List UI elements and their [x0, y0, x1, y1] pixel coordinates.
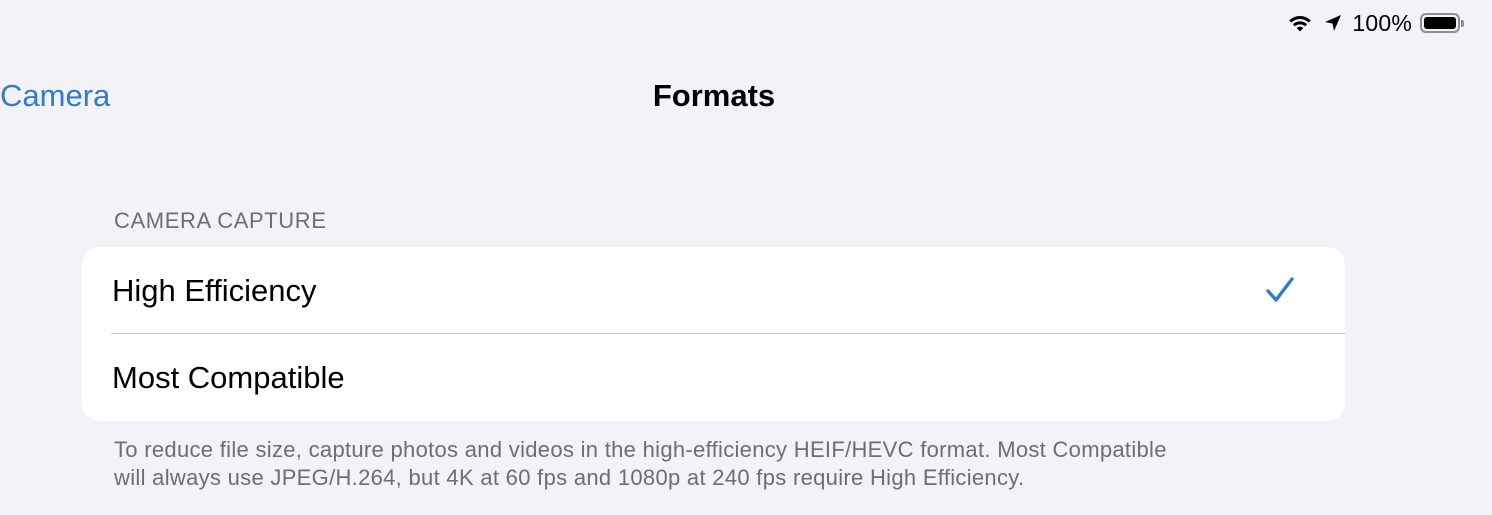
status-bar: 100% — [1286, 8, 1466, 38]
option-label: Most Compatible — [112, 360, 345, 395]
battery-nub — [1461, 19, 1464, 27]
option-most-compatible[interactable]: Most Compatible — [82, 334, 1345, 421]
section-footer: To reduce file size, capture photos and … — [114, 436, 1334, 492]
section-header: CAMERA CAPTURE — [114, 208, 327, 233]
battery-percentage: 100% — [1352, 9, 1412, 36]
wifi-icon — [1289, 15, 1312, 32]
location-arrow-icon — [1325, 15, 1342, 31]
battery-fill — [1424, 17, 1456, 29]
format-options-group: High Efficiency Most Compatible — [82, 247, 1345, 421]
page-title: Formats — [652, 78, 776, 113]
option-high-efficiency[interactable]: High Efficiency — [82, 247, 1345, 334]
battery-body — [1420, 13, 1460, 33]
battery-icon — [1420, 12, 1466, 34]
option-label: High Efficiency — [112, 273, 317, 308]
footer-line: will always use JPEG/H.264, but 4K at 60… — [114, 465, 1025, 490]
checkmark-icon — [1266, 277, 1294, 302]
footer-line: To reduce file size, capture photos and … — [114, 437, 1167, 462]
